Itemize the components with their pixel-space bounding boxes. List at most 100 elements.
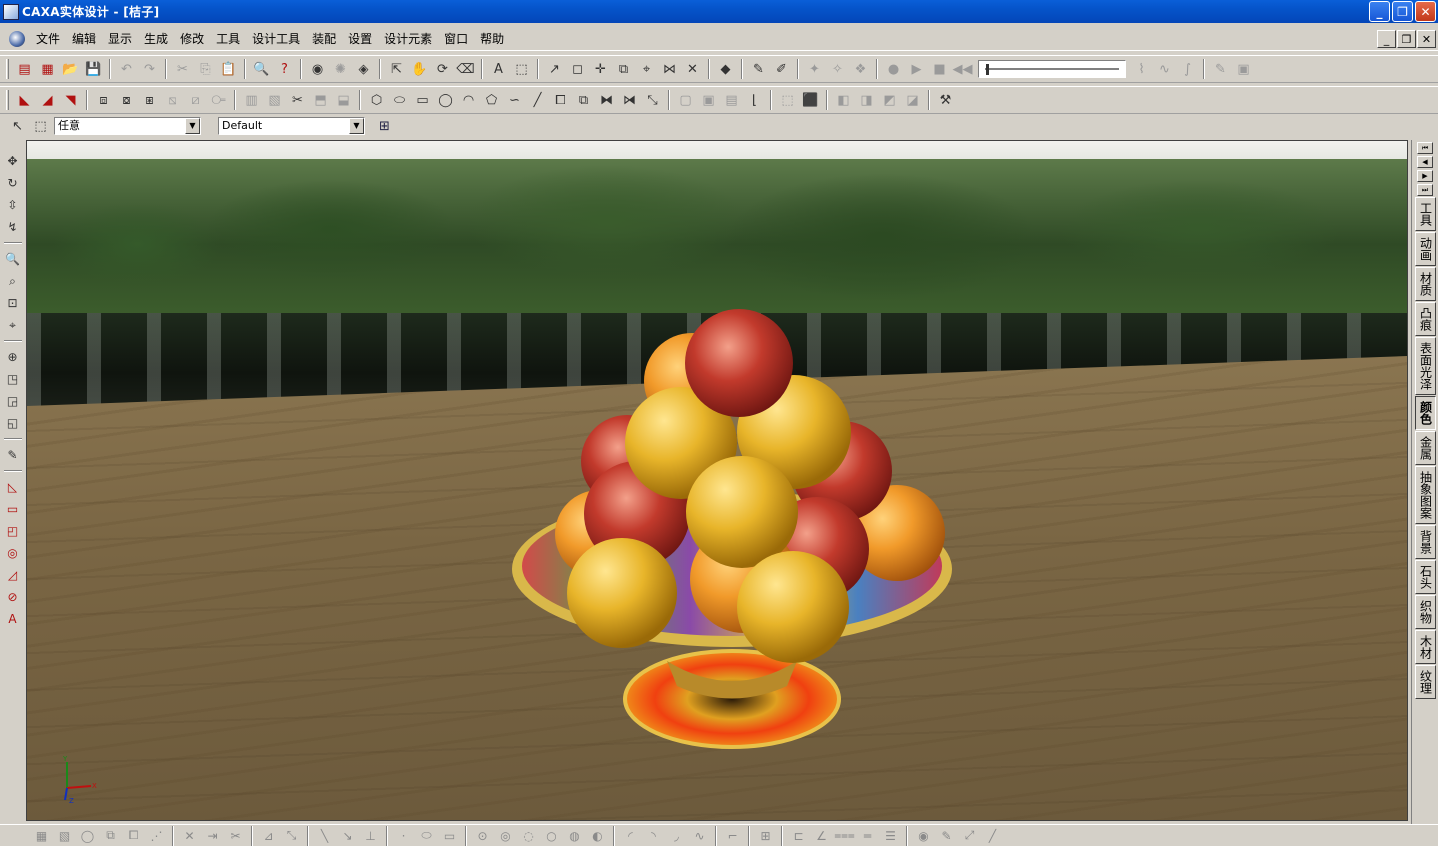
tab-texture[interactable]: 纹理 (1414, 665, 1436, 699)
draw-slope-icon[interactable]: ◿ (3, 564, 23, 586)
point-icon[interactable]: ⋅ (392, 826, 415, 846)
menu-tools[interactable]: 工具 (210, 27, 246, 51)
circle-tool-icon[interactable]: ◯ (76, 826, 99, 846)
view-side-icon[interactable]: ▤ (720, 89, 743, 111)
tab-background[interactable]: 背景 (1414, 525, 1436, 559)
tab-bump[interactable]: 凸痕 (1414, 302, 1436, 336)
slider-thumb[interactable] (986, 64, 989, 75)
display-wire-icon[interactable]: ◨ (855, 89, 878, 111)
sketch-offset-icon[interactable]: ⧠ (549, 89, 572, 111)
slash-icon[interactable]: ╱ (981, 826, 1004, 846)
fillet-icon[interactable]: ⧇ (115, 89, 138, 111)
menu-assembly[interactable]: 装配 (306, 27, 342, 51)
horizontal-icon[interactable]: ═ (856, 826, 879, 846)
restore-button[interactable]: ❐ (1392, 1, 1413, 22)
rewind-icon[interactable]: ◀◀ (951, 58, 974, 80)
sketch-polygon-icon[interactable]: ⬠ (480, 89, 503, 111)
tab-abstract-pattern[interactable]: 抽象图案 (1414, 466, 1436, 524)
zoom-icon[interactable]: 🔍 (3, 248, 23, 270)
copy-icon[interactable]: ⎘ (194, 58, 217, 80)
split-icon[interactable]: ⧃ (207, 89, 230, 111)
redo-icon[interactable]: ↷ (138, 58, 161, 80)
doc-close-button[interactable]: ✕ (1417, 30, 1436, 48)
offset-tool-icon[interactable]: ⧠ (122, 826, 145, 846)
constraint-icon[interactable]: ⊿ (257, 826, 280, 846)
anim-path-icon[interactable]: ⌇ (1130, 58, 1153, 80)
section-icon[interactable]: ⬚ (776, 89, 799, 111)
sketch-rect-icon[interactable]: ▭ (411, 89, 434, 111)
view-front-icon[interactable]: ▢ (674, 89, 697, 111)
menu-design-elements[interactable]: 设计元素 (378, 27, 438, 51)
check-icon[interactable]: ✎ (935, 826, 958, 846)
anim-edit-icon[interactable]: ✎ (1209, 58, 1232, 80)
chevron-down-icon[interactable]: ▼ (349, 118, 364, 134)
grid-snap-icon[interactable]: ▧ (53, 826, 76, 846)
tangerine[interactable] (567, 538, 677, 648)
mirror-line-icon[interactable]: ⤢ (958, 826, 981, 846)
text-frame-icon[interactable]: ⊞ (754, 826, 777, 846)
camera-icon[interactable]: ◈ (352, 58, 375, 80)
box-icon[interactable]: ◻ (566, 58, 589, 80)
tab-animation[interactable]: 动画 (1414, 232, 1436, 266)
arc-3pt-icon[interactable]: ◝ (642, 826, 665, 846)
sketch-project-icon[interactable]: ⧉ (572, 89, 595, 111)
draw-sphere-icon[interactable]: ⊘ (3, 586, 23, 608)
tab-fabric[interactable]: 织物 (1414, 595, 1436, 629)
measure-icon[interactable]: ✕ (681, 58, 704, 80)
fix-icon[interactable]: ◉ (912, 826, 935, 846)
select-arrow-icon[interactable]: ↖ (6, 115, 29, 137)
mirror-icon[interactable]: ▧ (263, 89, 286, 111)
3d-viewport[interactable]: Y X Z (26, 140, 1408, 821)
display-hidden-icon[interactable]: ◩ (878, 89, 901, 111)
selection-filter-dropdown[interactable]: 任意 ▼ (54, 117, 201, 135)
draw-shape-icon[interactable]: ◺ (3, 476, 23, 498)
section2-icon[interactable]: ⬛ (799, 89, 822, 111)
shell-icon[interactable]: ⧅ (161, 89, 184, 111)
paste-icon[interactable]: 📋 (217, 58, 240, 80)
close-button[interactable]: ✕ (1415, 1, 1436, 22)
menu-design-tools[interactable]: 设计工具 (246, 27, 306, 51)
apple[interactable] (685, 309, 793, 417)
angle-icon[interactable]: ∠ (810, 826, 833, 846)
view-save-icon[interactable]: ◱ (3, 412, 23, 434)
draw-ring-icon[interactable]: ◎ (3, 542, 23, 564)
open-folder-icon[interactable]: 📂 (59, 58, 82, 80)
doc-restore-button[interactable]: ❐ (1397, 30, 1416, 48)
sketch-trim-icon[interactable]: ⧒ (618, 89, 641, 111)
project-tool-icon[interactable]: ⧉ (99, 826, 122, 846)
decal-icon[interactable]: ❖ (849, 58, 872, 80)
anim-curve-icon[interactable]: ∫ (1176, 58, 1199, 80)
cross-tool-icon[interactable]: ✕ (178, 826, 201, 846)
perp-line-icon[interactable]: ⊥ (359, 826, 382, 846)
pattern-tool-icon[interactable]: ⋰ (145, 826, 168, 846)
view-iso-icon[interactable]: ⌊ (743, 89, 766, 111)
tab-wood[interactable]: 木材 (1414, 630, 1436, 664)
new-drawing-icon[interactable]: ▦ (36, 58, 59, 80)
zoom-window-icon[interactable]: ⌕ (3, 270, 23, 292)
circle-center-icon[interactable]: ⊙ (471, 826, 494, 846)
sketch-spline-icon[interactable]: ∽ (503, 89, 526, 111)
arc-icon[interactable]: ◜ (619, 826, 642, 846)
document-icon[interactable] (9, 30, 25, 47)
boolean-icon[interactable]: ⬒ (309, 89, 332, 111)
triad-icon[interactable]: ✛ (589, 58, 612, 80)
circle-tan3-icon[interactable]: ◐ (586, 826, 609, 846)
doc-minimize-button[interactable]: _ (1377, 30, 1396, 48)
pan-view-icon[interactable]: ✥ (3, 150, 23, 172)
rect-icon[interactable]: ▭ (438, 826, 461, 846)
tab-stone[interactable]: 石头 (1414, 560, 1436, 594)
axis-icon[interactable]: ⌖ (635, 58, 658, 80)
ellipse-icon[interactable]: ⬭ (415, 826, 438, 846)
chevron-down-icon[interactable]: ▼ (185, 118, 200, 134)
smart-render-icon[interactable]: ✦ (803, 58, 826, 80)
draw-rect-icon[interactable]: ▭ (3, 498, 23, 520)
sketch-circle-icon[interactable]: ◯ (434, 89, 457, 111)
tab-material[interactable]: 材质 (1414, 267, 1436, 301)
animation-slider[interactable] (978, 60, 1126, 78)
menu-display[interactable]: 显示 (102, 27, 138, 51)
tangent-line-icon[interactable]: ↘ (336, 826, 359, 846)
corner-icon[interactable]: ⌐ (721, 826, 744, 846)
gem-icon[interactable]: ◆ (714, 58, 737, 80)
light-icon[interactable]: ✺ (329, 58, 352, 80)
look-at-icon[interactable]: ⊕ (3, 346, 23, 368)
